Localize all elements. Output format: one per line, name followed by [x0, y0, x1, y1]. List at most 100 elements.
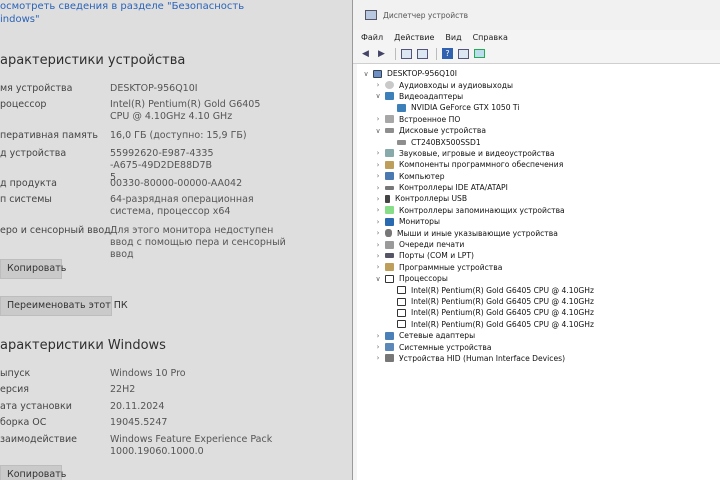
expand-closed-icon[interactable]: ›: [373, 229, 383, 237]
tree-node[interactable]: › Сетевые адаптеры: [357, 330, 720, 341]
expand-closed-icon[interactable]: ›: [373, 161, 383, 169]
tree-node[interactable]: › Компьютер: [357, 171, 720, 182]
tree-node[interactable]: › Встроенное ПО: [357, 114, 720, 125]
computer-root-icon: [373, 69, 382, 78]
menu-file[interactable]: Файл: [361, 33, 383, 42]
spec-value-device-name: DESKTOP-956Q10I: [110, 83, 198, 94]
monitor-icon: [385, 217, 394, 226]
spec-label-pen-touch: еро и сенсорный ввод: [0, 225, 111, 236]
spec-value-pen-touch: Для этого монитора недоступен ввод с пом…: [110, 225, 286, 260]
port-icon: [385, 253, 394, 259]
tree-node[interactable]: ∨ DESKTOP-956Q10I: [357, 68, 720, 79]
tree-node-label: Системные устройства: [399, 342, 492, 352]
tree-node[interactable]: › Компоненты программного обеспечения: [357, 159, 720, 170]
computer-icon: [385, 172, 394, 181]
expand-open-icon[interactable]: ∨: [373, 127, 383, 135]
tree-node[interactable]: › Очереди печати: [357, 239, 720, 250]
tree-node[interactable]: › Мониторы: [357, 216, 720, 227]
tree-node[interactable]: ∨ Процессоры: [357, 273, 720, 284]
help-icon[interactable]: ?: [441, 48, 454, 60]
tree-node[interactable]: ∨ Дисковые устройства: [357, 125, 720, 136]
spec-label-experience: заимодействие: [0, 434, 77, 445]
expand-closed-icon[interactable]: ›: [373, 195, 383, 203]
software-device-icon: [385, 263, 394, 272]
menu-bar: Файл Действие Вид Справка: [353, 30, 720, 44]
toolbar-separator: [436, 47, 437, 60]
usb-icon: [385, 194, 390, 203]
tree-node-label: Intel(R) Pentium(R) Gold G6405 CPU @ 4.1…: [411, 285, 594, 295]
tree-node-label: NVIDIA GeForce GTX 1050 Ti: [411, 103, 520, 113]
device-tree: ∨ DESKTOP-956Q10I › Аудиовходы и аудиовыход…: [357, 68, 720, 364]
tree-node-label: Компоненты программного обеспечения: [399, 160, 564, 170]
tree-node[interactable]: Intel(R) Pentium(R) Gold G6405 CPU @ 4.1…: [357, 296, 720, 307]
tree-node[interactable]: Intel(R) Pentium(R) Gold G6405 CPU @ 4.1…: [357, 319, 720, 330]
tree-node[interactable]: › Звуковые, игровые и видеоустройства: [357, 148, 720, 159]
expand-closed-icon[interactable]: ›: [373, 218, 383, 226]
expand-open-icon[interactable]: ∨: [361, 70, 371, 78]
properties-icon[interactable]: [416, 48, 429, 60]
spec-value-experience: Windows Feature Experience Pack 1000.190…: [110, 434, 273, 457]
device-manager-titlebar[interactable]: Диспетчер устройств: [353, 0, 720, 30]
expand-closed-icon[interactable]: ›: [373, 81, 383, 89]
expand-closed-icon[interactable]: ›: [373, 184, 383, 192]
tree-node[interactable]: ∨ Видеоадаптеры: [357, 91, 720, 102]
details-icon[interactable]: [457, 48, 470, 60]
tree-node[interactable]: › Системные устройства: [357, 341, 720, 352]
expand-open-icon[interactable]: ∨: [373, 275, 383, 283]
expand-closed-icon[interactable]: ›: [373, 206, 383, 214]
scan-hardware-icon[interactable]: [473, 48, 486, 60]
disk-icon: [397, 139, 406, 145]
tree-node[interactable]: › Контроллеры IDE ATA/ATAPI: [357, 182, 720, 193]
tree-node-label: Дисковые устройства: [399, 126, 487, 136]
spec-label-version: ерсия: [0, 384, 29, 395]
tree-node[interactable]: › Порты (COM и LPT): [357, 250, 720, 261]
security-link[interactable]: осмотреть сведения в разделе "Безопаснос…: [0, 1, 244, 12]
device-tree-panel: ∨ DESKTOP-956Q10I › Аудиовходы и аудиовыход…: [357, 64, 720, 480]
security-link-continued[interactable]: indows": [0, 14, 40, 25]
processor-icon: [397, 320, 406, 329]
spec-value-install-date: 20.11.2024: [110, 401, 165, 412]
tree-node-label: Видеоадаптеры: [399, 91, 464, 101]
tree-node-label: Компьютер: [399, 171, 445, 181]
expand-open-icon[interactable]: ∨: [373, 92, 383, 100]
menu-action[interactable]: Действие: [394, 33, 434, 42]
expand-closed-icon[interactable]: ›: [373, 263, 383, 271]
tree-node-label: Сетевые адаптеры: [399, 331, 476, 341]
device-manager-app-icon: [365, 10, 377, 20]
expand-closed-icon[interactable]: ›: [373, 252, 383, 260]
expand-closed-icon[interactable]: ›: [373, 354, 383, 362]
back-arrow-icon[interactable]: ◀: [359, 48, 372, 60]
tree-node[interactable]: › Контроллеры USB: [357, 193, 720, 204]
tree-node[interactable]: CT240BX500SSD1: [357, 136, 720, 147]
menu-help[interactable]: Справка: [473, 33, 508, 42]
about-settings-page: осмотреть сведения в разделе "Безопаснос…: [0, 0, 352, 480]
expand-closed-icon[interactable]: ›: [373, 172, 383, 180]
tree-node[interactable]: Intel(R) Pentium(R) Gold G6405 CPU @ 4.1…: [357, 284, 720, 295]
copy-windows-specs-button[interactable]: Копировать: [0, 465, 66, 480]
storage-controller-icon: [385, 206, 394, 215]
expand-closed-icon[interactable]: ›: [373, 332, 383, 340]
tree-node-label: Устройства HID (Human Interface Devices): [399, 353, 566, 363]
tree-node[interactable]: › Контроллеры запоминающих устройства: [357, 205, 720, 216]
menu-view[interactable]: Вид: [445, 33, 461, 42]
tree-node-label: Контроллеры IDE ATA/ATAPI: [399, 183, 508, 193]
tree-node[interactable]: › Устройства HID (Human Interface Devices…: [357, 353, 720, 364]
sound-icon: [385, 149, 394, 158]
expand-closed-icon[interactable]: ›: [373, 343, 383, 351]
spec-value-processor: Intel(R) Pentium(R) Gold G6405 CPU @ 4.1…: [110, 99, 261, 122]
expand-closed-icon[interactable]: ›: [373, 241, 383, 249]
tree-view-icon[interactable]: [400, 48, 413, 60]
expand-closed-icon[interactable]: ›: [373, 115, 383, 123]
rename-pc-button[interactable]: Переименовать этот ПК: [0, 296, 128, 316]
tree-node[interactable]: NVIDIA GeForce GTX 1050 Ti: [357, 102, 720, 113]
tree-node[interactable]: › Программные устройства: [357, 262, 720, 273]
tree-node[interactable]: › Аудиовходы и аудиовыходы: [357, 79, 720, 90]
spec-value-os-build: 19045.5247: [110, 417, 168, 428]
forward-arrow-icon[interactable]: ▶: [375, 48, 388, 60]
expand-closed-icon[interactable]: ›: [373, 149, 383, 157]
tree-node[interactable]: › Мыши и иные указывающие устройства: [357, 227, 720, 238]
tree-node-label: Процессоры: [399, 274, 448, 284]
copy-device-specs-button[interactable]: Копировать: [0, 259, 66, 279]
print-queue-icon: [385, 240, 394, 249]
tree-node[interactable]: Intel(R) Pentium(R) Gold G6405 CPU @ 4.1…: [357, 307, 720, 318]
